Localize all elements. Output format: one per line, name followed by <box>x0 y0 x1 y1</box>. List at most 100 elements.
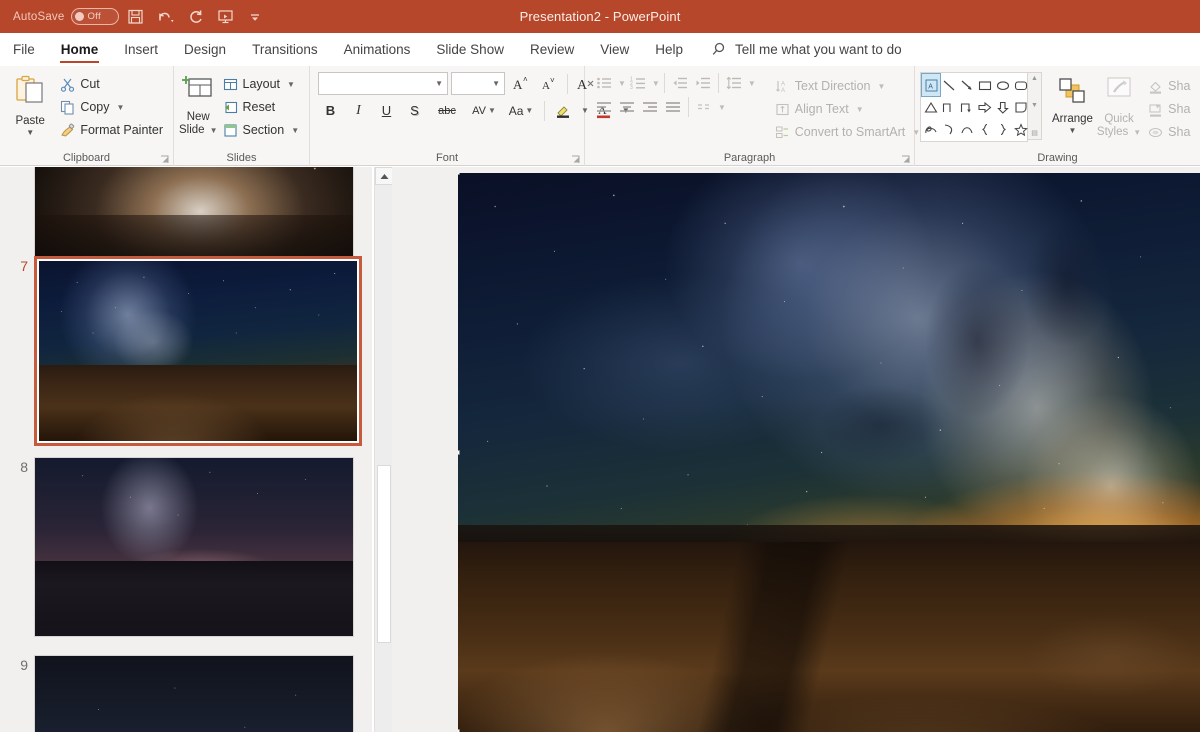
tab-design[interactable]: Design <box>171 33 239 66</box>
bullets-caret[interactable]: ▼ <box>618 79 626 88</box>
text-highlight-color-button[interactable] <box>551 99 576 122</box>
gallery-more-icon[interactable]: ▤ <box>1031 129 1038 137</box>
font-size-input[interactable]: ▼ <box>451 72 505 95</box>
line-spacing-caret[interactable]: ▼ <box>748 79 756 88</box>
tab-home[interactable]: Home <box>48 33 112 66</box>
character-spacing-button[interactable]: AV ▼ <box>467 99 501 122</box>
thumbnail-image-9[interactable] <box>34 655 354 732</box>
section-button[interactable]: Section ▼ <box>218 119 305 141</box>
slide-thumbnail-pane[interactable]: 6 7 8 <box>0 167 372 732</box>
align-center-button[interactable] <box>616 96 638 118</box>
left-brace-shape[interactable] <box>976 118 994 140</box>
bullets-button[interactable] <box>593 72 615 94</box>
tab-insert[interactable]: Insert <box>111 33 171 66</box>
paste-button[interactable]: Paste ▼ <box>5 70 55 137</box>
shapes-gallery[interactable]: A <box>920 72 1028 142</box>
gallery-scroll-up-icon[interactable]: ▲ <box>1031 75 1038 82</box>
decrease-indent-button[interactable] <box>669 72 691 94</box>
thumbnail-scrollbar-thumb[interactable] <box>377 465 391 643</box>
numbering-button[interactable]: 1 2 3 <box>627 72 649 94</box>
undo-button[interactable] <box>151 4 179 30</box>
elbow-arrow-connector-shape[interactable] <box>958 96 976 118</box>
quick-styles-caret[interactable]: ▼ <box>1133 126 1141 139</box>
tab-slide-show[interactable]: Slide Show <box>423 33 517 66</box>
strikethrough-button[interactable]: abc <box>430 99 464 122</box>
layout-dropdown-caret[interactable]: ▼ <box>287 80 295 89</box>
numbering-caret[interactable]: ▼ <box>652 79 660 88</box>
thumbnail-image-8[interactable] <box>34 457 354 637</box>
triangle-shape[interactable] <box>922 96 940 118</box>
copy-dropdown-caret[interactable]: ▼ <box>117 103 125 112</box>
right-brace-shape[interactable] <box>994 118 1012 140</box>
save-button[interactable] <box>121 4 149 30</box>
tell-me-search[interactable]: Tell me what you want to do <box>696 33 902 66</box>
increase-indent-button[interactable] <box>692 72 714 94</box>
change-case-button[interactable]: Aa ▼ <box>504 99 538 122</box>
autosave-toggle[interactable]: Off <box>71 8 120 25</box>
clipboard-dialog-launcher[interactable] <box>160 155 169 164</box>
gallery-scroll-down-icon[interactable]: ▼ <box>1031 102 1038 109</box>
text-shadow-button[interactable]: S <box>402 99 427 122</box>
rectangle-shape[interactable] <box>976 74 994 96</box>
new-slide-button[interactable]: New Slide ▼ <box>179 70 218 137</box>
customize-quick-access-toolbar-button[interactable] <box>241 4 269 30</box>
thumbnail-image-7[interactable] <box>34 256 362 446</box>
new-slide-dropdown-caret[interactable]: ▼ <box>210 124 218 137</box>
down-block-arrow-shape[interactable] <box>994 96 1012 118</box>
text-direction-button[interactable]: A A Text Direction ▼ <box>770 75 925 97</box>
layout-button[interactable]: Layout ▼ <box>218 73 305 95</box>
tab-view[interactable]: View <box>587 33 642 66</box>
selection-handle-top-left[interactable] <box>458 173 460 175</box>
align-left-button[interactable] <box>593 96 615 118</box>
tab-review[interactable]: Review <box>517 33 587 66</box>
tab-transitions[interactable]: Transitions <box>239 33 331 66</box>
columns-button[interactable] <box>693 96 715 118</box>
columns-caret[interactable]: ▼ <box>718 103 726 112</box>
tab-animations[interactable]: Animations <box>331 33 424 66</box>
quick-styles-button[interactable]: Quick Styles ▼ <box>1097 72 1141 139</box>
tab-file[interactable]: File <box>0 33 48 66</box>
oval-shape[interactable] <box>994 74 1012 96</box>
start-presentation-button[interactable] <box>211 4 239 30</box>
format-painter-button[interactable]: Format Painter <box>55 119 168 141</box>
text-box-shape[interactable]: A <box>921 73 941 97</box>
curve-shape[interactable] <box>940 118 958 140</box>
font-name-input[interactable]: ▼ <box>318 72 448 95</box>
underline-button[interactable]: U <box>374 99 399 122</box>
paragraph-dialog-launcher[interactable] <box>901 155 910 164</box>
shape-outline-button[interactable]: Sha <box>1143 98 1195 120</box>
arrow-shape[interactable] <box>958 74 976 96</box>
tab-help[interactable]: Help <box>642 33 696 66</box>
font-dialog-launcher[interactable] <box>571 155 580 164</box>
shapes-gallery-scrollbar[interactable]: ▲ ▼ ▤ <box>1028 72 1042 140</box>
bold-button[interactable]: B <box>318 99 343 122</box>
shape-effects-button[interactable]: Sha <box>1143 121 1195 143</box>
italic-button[interactable]: I <box>346 99 371 122</box>
section-dropdown-caret[interactable]: ▼ <box>291 126 299 135</box>
thumbnail-item-9[interactable]: 9 <box>8 655 354 732</box>
selection-handle-middle-left[interactable] <box>458 450 460 455</box>
reset-button[interactable]: Reset <box>218 96 305 118</box>
cut-button[interactable]: Cut <box>55 73 168 95</box>
elbow-connector-shape[interactable] <box>940 96 958 118</box>
scribble-shape[interactable] <box>922 118 940 140</box>
arc-shape[interactable] <box>958 118 976 140</box>
arrange-dropdown-caret[interactable]: ▼ <box>1069 127 1077 135</box>
convert-to-smartart-button[interactable]: Convert to SmartArt ▼ <box>770 121 925 143</box>
copy-button[interactable]: Copy ▼ <box>55 96 168 118</box>
increase-font-size-button[interactable]: A ˄ <box>508 72 533 95</box>
paste-dropdown-caret[interactable]: ▼ <box>26 129 34 137</box>
align-text-button[interactable]: Align Text ▼ <box>770 98 925 120</box>
line-shape[interactable] <box>940 74 958 96</box>
right-block-arrow-shape[interactable] <box>976 96 994 118</box>
thumbnail-scroll-up-button[interactable] <box>375 167 393 185</box>
current-slide-canvas[interactable] <box>458 173 1200 732</box>
thumbnail-pane-scrollbar[interactable] <box>374 167 393 732</box>
thumbnail-item-8[interactable]: 8 <box>8 457 354 637</box>
line-spacing-button[interactable] <box>723 72 745 94</box>
thumbnail-item-7[interactable]: 7 <box>8 256 362 446</box>
redo-button[interactable] <box>181 4 209 30</box>
justify-button[interactable] <box>662 96 684 118</box>
decrease-font-size-button[interactable]: A ˅ <box>536 72 561 95</box>
align-right-button[interactable] <box>639 96 661 118</box>
